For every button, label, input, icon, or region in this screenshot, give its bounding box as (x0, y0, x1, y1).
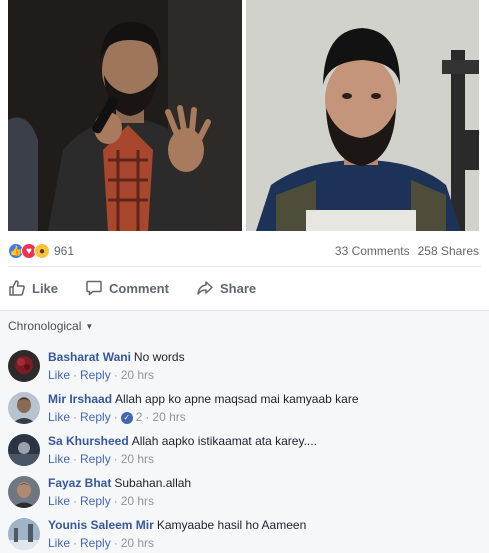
avatar[interactable] (8, 392, 40, 424)
comments-count-link[interactable]: 33 Comments (335, 244, 410, 258)
separator: · (113, 494, 118, 508)
separator: · (73, 368, 78, 382)
avatar-image (8, 476, 40, 508)
post-stats: 👍 ♥ ● 961 33 Comments 258 Shares (8, 238, 479, 264)
separator: · (73, 494, 78, 508)
comment-item: Mir Irshaad Allah app ko apne maqsad mai … (8, 391, 481, 431)
comment-icon (86, 280, 102, 296)
comment-meta: Like · Reply · 20 hrs (48, 493, 154, 510)
comment-author[interactable]: Sa Khursheed (48, 434, 129, 448)
separator: · (113, 452, 118, 466)
separator: · (113, 410, 118, 424)
thumbs-up-icon (9, 280, 25, 296)
comment-author[interactable]: Basharat Wani (48, 350, 131, 364)
comment-text: Subahan.allah (114, 476, 192, 490)
avatar[interactable] (8, 350, 40, 382)
comment-item: Basharat Wani No words Like · Reply · 20 … (8, 349, 481, 389)
photo-left-illustration (8, 0, 242, 231)
wow-icon: ● (34, 243, 50, 259)
like-count-icon: ✓ (120, 411, 133, 424)
divider (8, 266, 481, 267)
comment-reply-link[interactable]: Reply (80, 367, 111, 384)
comment-meta: Like · Reply · ✓ 2 · 20 hrs (48, 409, 186, 426)
comment-meta: Like · Reply · 20 hrs (48, 535, 154, 552)
separator: · (73, 410, 78, 424)
comment-text: Kamyaabe hasil ho Aameen (156, 518, 307, 532)
avatar-image (8, 392, 40, 424)
separator: · (145, 410, 150, 424)
comment-text: Allah app ko apne maqsad mai kamyaab kar… (115, 392, 359, 406)
comment-author[interactable]: Fayaz Bhat (48, 476, 111, 490)
comment-timestamp[interactable]: 20 hrs (121, 451, 154, 468)
comment-meta: Like · Reply · 20 hrs (48, 367, 154, 384)
avatar[interactable] (8, 476, 40, 508)
comment-reply-link[interactable]: Reply (80, 535, 111, 552)
shares-count-link[interactable]: 258 Shares (418, 244, 479, 258)
comment-timestamp[interactable]: 20 hrs (121, 493, 154, 510)
comment-item: Sa Khursheed Allah aapko istikaamat ata k… (8, 433, 481, 473)
action-bar: Like Comment Share (0, 272, 489, 304)
comment-reply-link[interactable]: Reply (80, 451, 111, 468)
comment-timestamp[interactable]: 20 hrs (121, 535, 154, 552)
comment-text: No words (133, 350, 185, 364)
comment-button-label: Comment (109, 280, 169, 296)
share-button-label: Share (220, 280, 257, 296)
like-button[interactable]: Like (8, 279, 58, 297)
comment-like-link[interactable]: Like (48, 535, 70, 552)
comments-panel: Chronological ▼ Basharat Wani No words Li… (0, 310, 489, 553)
comment-like-link[interactable]: Like (48, 367, 70, 384)
comment-like-link[interactable]: Like (48, 451, 70, 468)
comment-meta: Like · Reply · 20 hrs (48, 451, 154, 468)
reactions-count[interactable]: 961 (54, 244, 74, 258)
reactions-summary[interactable]: 👍 ♥ ● 961 (8, 243, 74, 259)
post-photo-left[interactable] (8, 0, 242, 231)
like-button-label: Like (32, 280, 59, 296)
comment-timestamp[interactable]: 20 hrs (152, 409, 185, 426)
comment-like-count[interactable]: 2 (136, 409, 143, 426)
avatar-image (8, 434, 40, 466)
comment-author[interactable]: Younis Saleem Mir (48, 518, 154, 532)
avatar[interactable] (8, 434, 40, 466)
comment-like-link[interactable]: Like (48, 409, 70, 426)
post-photos (0, 0, 489, 235)
comment-like-link[interactable]: Like (48, 493, 70, 510)
comment-text: Allah aapko istikaamat ata karey.... (131, 434, 317, 448)
comment-item: Younis Saleem Mir Kamyaabe hasil ho Aamee… (8, 517, 481, 553)
separator: · (73, 536, 78, 550)
avatar-image (8, 350, 40, 382)
separator: · (113, 368, 118, 382)
share-button[interactable]: Share (196, 279, 256, 297)
comment-item: Fayaz Bhat Subahan.allah Like · Reply · 2… (8, 475, 481, 515)
comment-reply-link[interactable]: Reply (80, 493, 111, 510)
share-icon (197, 281, 213, 295)
comment-author[interactable]: Mir Irshaad (48, 392, 112, 406)
comment-sort-dropdown[interactable]: Chronological ▼ (8, 319, 93, 333)
avatar[interactable] (8, 518, 40, 550)
comment-button[interactable]: Comment (85, 279, 169, 297)
separator: · (113, 536, 118, 550)
caret-down-icon: ▼ (85, 321, 94, 331)
photo-right-illustration (246, 0, 479, 231)
comment-timestamp[interactable]: 20 hrs (121, 367, 154, 384)
separator: · (73, 452, 78, 466)
post-photo-right[interactable] (246, 0, 479, 231)
comment-reply-link[interactable]: Reply (80, 409, 111, 426)
comment-sort-label: Chronological (8, 319, 82, 333)
avatar-image (8, 518, 40, 550)
